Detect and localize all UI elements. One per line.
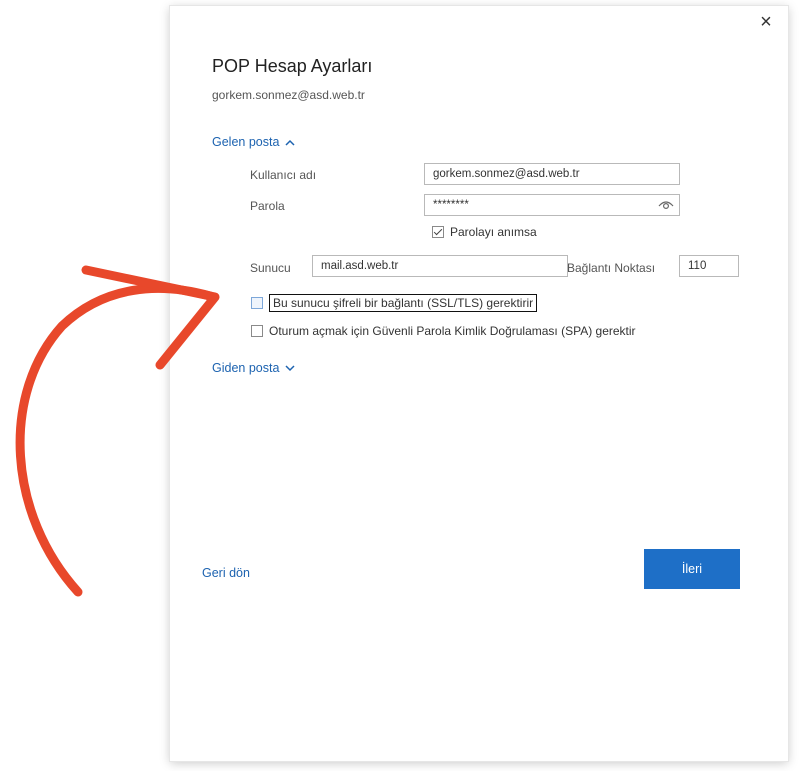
eye-icon[interactable]	[658, 197, 674, 211]
dialog-title: POP Hesap Ayarları	[212, 56, 373, 76]
outgoing-mail-toggle[interactable]: Giden posta	[212, 361, 295, 375]
ssl-checkbox[interactable]	[251, 297, 263, 309]
server-label: Sunucu	[250, 261, 291, 275]
close-button[interactable]: ×	[753, 9, 779, 35]
chevron-up-icon	[285, 139, 295, 146]
remember-password-checkbox[interactable]	[432, 226, 444, 238]
spa-label: Oturum açmak için Güvenli Parola Kimlik …	[269, 324, 636, 338]
chevron-down-icon	[285, 364, 295, 371]
spa-checkbox[interactable]	[251, 325, 263, 337]
ssl-row[interactable]: Bu sunucu şifreli bir bağlantı (SSL/TLS)…	[251, 294, 538, 312]
remember-password-label: Parolayı anımsa	[450, 225, 537, 239]
port-input[interactable]	[679, 255, 739, 277]
username-input[interactable]	[424, 163, 680, 185]
spa-row[interactable]: Oturum açmak için Güvenli Parola Kimlik …	[251, 324, 636, 338]
next-button[interactable]: İleri	[644, 549, 740, 589]
port-label: Bağlantı Noktası	[567, 261, 656, 275]
password-label: Parola	[250, 199, 285, 213]
outgoing-mail-label: Giden posta	[212, 361, 280, 375]
username-label: Kullanıcı adı	[250, 168, 317, 182]
password-input[interactable]	[424, 194, 680, 216]
incoming-mail-toggle[interactable]: Gelen posta	[212, 135, 295, 149]
back-link[interactable]: Geri dön	[202, 566, 250, 580]
password-field-wrapper	[424, 194, 680, 216]
remember-password-row[interactable]: Parolayı anımsa	[432, 225, 537, 239]
server-input[interactable]	[312, 255, 568, 277]
pop-account-settings-dialog: × POP Hesap Ayarları gorkem.sonmez@asd.w…	[170, 6, 788, 761]
incoming-mail-label: Gelen posta	[212, 135, 280, 149]
account-email: gorkem.sonmez@asd.web.tr	[212, 88, 365, 102]
ssl-label: Bu sunucu şifreli bir bağlantı (SSL/TLS)…	[269, 294, 538, 312]
